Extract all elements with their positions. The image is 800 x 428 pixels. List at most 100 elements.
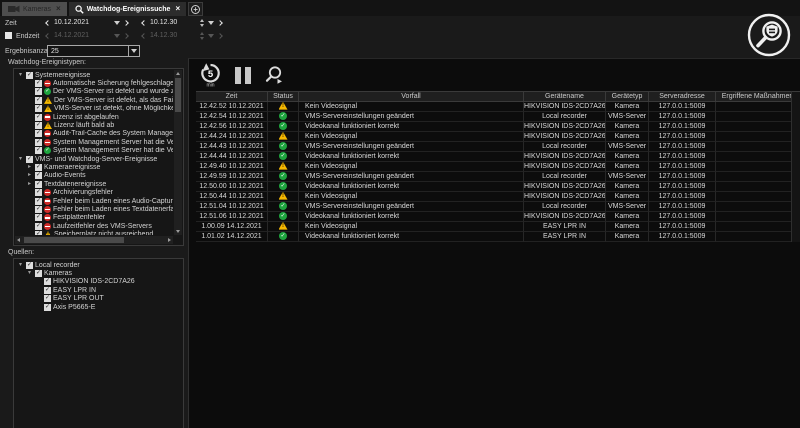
table-row[interactable]: 12.51.04 10.12.2021✓VMS-Servereinstellun… [196,202,800,212]
table-row[interactable]: 12.49.40 10.12.2021!Kein VideosignalHIKV… [196,162,800,172]
tree-item[interactable]: ✓System Management Server hat die Verbin… [16,138,173,146]
end-date-value[interactable]: 14.12.2021 [54,32,110,39]
checkbox-checked[interactable]: ✓ [35,206,42,213]
end-time-value[interactable]: 14.12.30 [150,32,196,39]
time-spinner[interactable] [200,32,204,40]
checkbox-checked[interactable]: ✓ [35,189,42,196]
tree-item[interactable]: ✓!Der VMS-Server ist defekt, als das Fai… [16,96,173,104]
tree-item[interactable]: ✓!Lizenz läuft bald ab [16,121,173,129]
next-time-button[interactable] [217,20,223,26]
tree-item[interactable]: ✓EASY LPR IN [16,286,181,294]
checkbox-checked[interactable]: ✓ [35,139,42,146]
column-header[interactable]: Gerätename [524,91,606,102]
checkbox-checked[interactable]: ✓ [35,214,42,221]
dropdown-button[interactable] [128,46,139,56]
tree-item[interactable]: ✓Axis P5665-E [16,303,181,311]
tree-item[interactable]: ✓Lizenz ist abgelaufen [16,113,173,121]
tab-kameras[interactable]: Kameras × [2,2,67,16]
table-row[interactable]: 12.44.43 10.12.2021✓VMS-Servereinstellun… [196,142,800,152]
scrollbar-thumb[interactable] [24,237,124,243]
next-time-button[interactable] [217,33,223,39]
pause-button[interactable] [235,67,251,84]
table-row[interactable]: 12.42.56 10.12.2021✓Videokanal funktioni… [196,122,800,132]
checkbox-checked[interactable]: ✓ [35,172,42,179]
auto-refresh-button[interactable]: 5 min [199,62,222,88]
tree-item[interactable]: ✓HIKVISION IDS-2CD7A26 [16,278,181,286]
column-header[interactable]: Status [268,91,299,102]
scroll-down-icon[interactable] [176,230,180,233]
endzeit-checkbox[interactable] [5,32,12,39]
tree-item[interactable]: ✓Audit-Trail-Cache des System Management… [16,130,173,138]
collapse-icon[interactable]: ▾ [17,72,24,79]
checkbox-checked[interactable]: ✓ [35,88,42,95]
checkbox-checked[interactable]: ✓ [35,97,42,104]
horizontal-scrollbar[interactable] [15,236,173,244]
table-row[interactable]: 12.51.06 10.12.2021✓Videokanal funktioni… [196,212,800,222]
vertical-scrollbar[interactable] [174,70,182,235]
table-row[interactable]: 1.00.09 14.12.2021!Kein VideosignalEASY … [196,222,800,232]
next-date-button[interactable] [123,33,129,39]
collapse-icon[interactable]: ▾ [17,156,24,163]
prev-time-button[interactable] [141,20,147,26]
checkbox-checked[interactable]: ✓ [35,181,42,188]
tab-watchdog-ereignissuche[interactable]: Watchdog-Ereignissuche × [69,2,186,16]
scroll-right-icon[interactable] [168,238,171,242]
tree-item[interactable]: ✓!VMS-Server ist defekt, ohne Möglichkei… [16,105,173,113]
close-icon[interactable]: × [56,5,61,13]
table-row[interactable]: 12.44.44 10.12.2021✓Videokanal funktioni… [196,152,800,162]
tree-item[interactable]: ▾✓Kameras [16,269,181,277]
checkbox-checked[interactable]: ✓ [35,130,42,137]
expand-icon[interactable]: ▸ [26,172,33,179]
start-time-value[interactable]: 10.12.30 [150,19,196,26]
result-count-select[interactable]: 25 [47,45,140,57]
checkbox-checked[interactable]: ✓ [35,164,42,171]
start-date-value[interactable]: 10.12.2021 [54,19,110,26]
prev-date-button[interactable] [45,33,51,39]
column-header[interactable]: Vorfall [299,91,524,102]
prev-date-button[interactable] [45,20,51,26]
column-header[interactable]: Ergriffene Maßnahmen [716,91,800,102]
table-row[interactable]: 12.44.24 10.12.2021!Kein VideosignalHIKV… [196,132,800,142]
tree-item[interactable]: ▸✓Audio-Events [16,172,173,180]
checkbox-checked[interactable]: ✓ [35,231,42,235]
checkbox-checked[interactable]: ✓ [35,80,42,87]
checkbox-checked[interactable]: ✓ [44,295,51,302]
close-icon[interactable]: × [175,5,180,13]
tree-item[interactable]: ✓✓System Management Server hat die Verbi… [16,147,173,155]
checkbox-checked[interactable]: ✓ [35,122,42,129]
table-row[interactable]: 12.42.54 10.12.2021✓VMS-Servereinstellun… [196,112,800,122]
tree-item[interactable]: ▾✓Local recorder [16,261,181,269]
checkbox-checked[interactable]: ✓ [35,105,42,112]
column-header[interactable]: Zeit [196,91,268,102]
collapse-icon[interactable]: ▾ [17,262,24,269]
tree-item[interactable]: ✓EASY LPR OUT [16,295,181,303]
date-dropdown-icon[interactable] [114,34,120,38]
tree-item[interactable]: ✓Fehler beim Laden eines Textdatenerfass… [16,205,173,213]
tree-item[interactable]: ✓Archivierungsfehler [16,188,173,196]
scroll-left-icon[interactable] [17,238,20,242]
checkbox-checked[interactable]: ✓ [26,156,33,163]
column-header[interactable]: Serveradresse [649,91,716,102]
table-row[interactable]: 12.49.59 10.12.2021✓VMS-Servereinstellun… [196,172,800,182]
time-spinner[interactable] [200,19,204,27]
checkbox-checked[interactable]: ✓ [35,223,42,230]
tree-item[interactable]: ✓Laufzeitfehler des VMS-Servers [16,222,173,230]
date-dropdown-icon[interactable] [114,21,120,25]
checkbox-checked[interactable]: ✓ [35,114,42,121]
table-row[interactable]: 12.42.52 10.12.2021!Kein VideosignalHIKV… [196,102,800,112]
tree-item[interactable]: ▾✓VMS- und Watchdog-Server-Ereignisse [16,155,173,163]
search-button[interactable] [264,65,284,85]
tree-item[interactable]: ▾✓Systemereignisse [16,71,173,79]
tree-item[interactable]: ✓Festplattenfehler [16,214,173,222]
checkbox-checked[interactable]: ✓ [44,287,51,294]
checkbox-checked[interactable]: ✓ [35,270,42,277]
checkbox-checked[interactable]: ✓ [35,198,42,205]
table-row[interactable]: 12.50.00 10.12.2021✓Videokanal funktioni… [196,182,800,192]
next-date-button[interactable] [123,20,129,26]
scrollbar-thumb[interactable] [175,78,181,112]
checkbox-checked[interactable]: ✓ [26,262,33,269]
checkbox-checked[interactable]: ✓ [44,278,51,285]
expand-icon[interactable]: ▸ [26,164,33,171]
tree-item[interactable]: ✓!Speicherplatz nicht ausreichend [16,230,173,235]
checkbox-checked[interactable]: ✓ [26,72,33,79]
